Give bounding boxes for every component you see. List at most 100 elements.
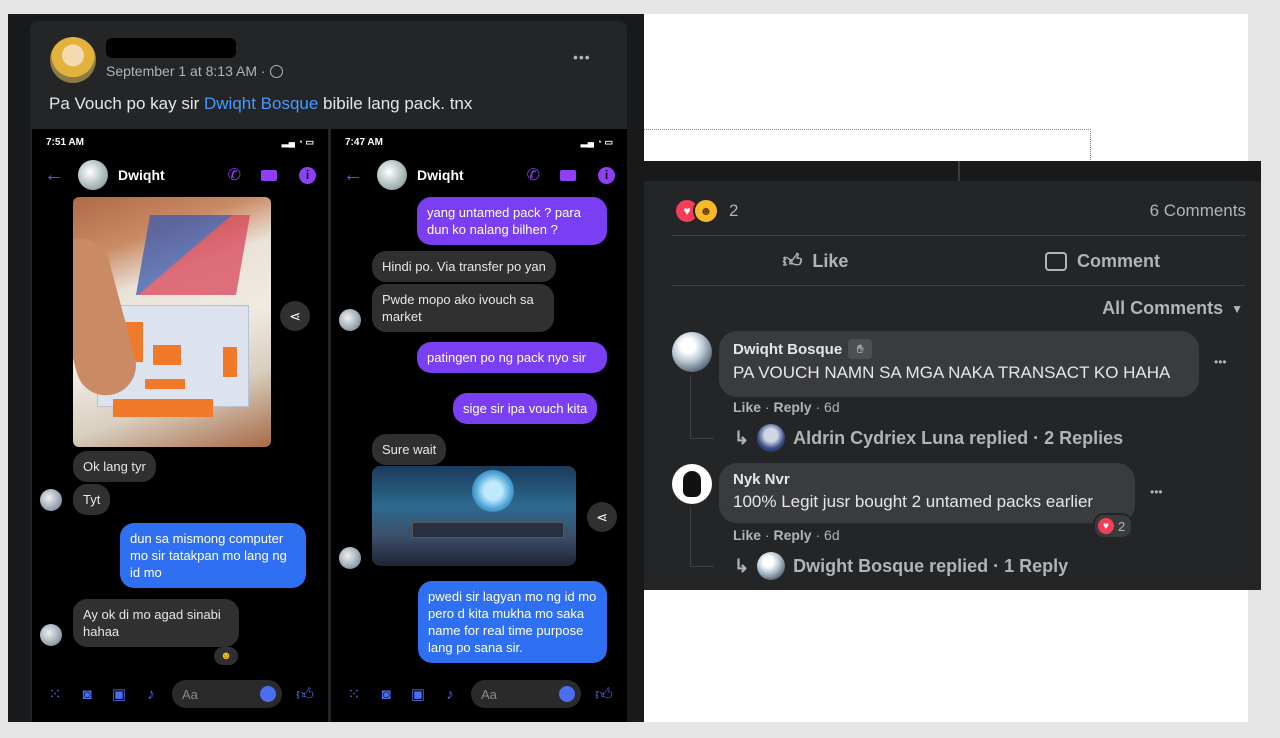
comment-reply-link[interactable]: Reply — [773, 527, 811, 543]
input-placeholder: Aa — [182, 686, 198, 702]
status-bar: 7:51 AM ▂▄ ◔ ▭ — [32, 129, 328, 155]
menu-dots-icon[interactable]: ⁙ — [345, 685, 363, 703]
contact-avatar[interactable] — [78, 160, 108, 190]
comment-age[interactable]: 6d — [824, 399, 840, 415]
message-input[interactable]: Aa — [471, 680, 581, 708]
status-icons: ▂▄ ◔ ▭ — [281, 136, 314, 147]
message-bubble[interactable]: patingen po ng pack nyo sir — [417, 342, 607, 373]
view-replies-link[interactable]: ↳ Aldrin Cydriex Luna replied · 2 Replie… — [734, 424, 1123, 452]
comment-reaction-count: 2 — [1118, 518, 1126, 534]
poster-avatar[interactable] — [50, 37, 96, 83]
phone-screenshot-2: 7:47 AM ▂▄ ◔ ▭ ← Dwiqht ✆ i yang untamed … — [331, 129, 627, 722]
share-icon[interactable]: ⋖ — [280, 301, 310, 331]
info-icon[interactable]: i — [299, 166, 316, 184]
all-comments-filter[interactable]: All Comments ▼ — [1102, 298, 1243, 319]
emoji-icon[interactable] — [260, 686, 276, 702]
thread-line — [690, 507, 691, 567]
redaction-box — [113, 399, 213, 417]
mic-icon[interactable]: ♪ — [142, 685, 160, 703]
redaction-box — [145, 379, 185, 389]
phone-icon[interactable]: ✆ — [527, 165, 540, 185]
replies-label: Dwight Bosque replied · 1 Reply — [793, 555, 1069, 576]
contact-avatar[interactable] — [377, 160, 407, 190]
like-button[interactable]: 👍︎ Like — [672, 241, 959, 281]
post-more-button[interactable]: ••• — [573, 49, 591, 65]
message-bubble[interactable]: Ay ok di mo agad sinabi hahaa — [73, 599, 239, 647]
comment-more-button[interactable]: ••• — [1150, 485, 1163, 499]
caption-text: Pa Vouch po kay sir — [49, 94, 204, 113]
comment-like-link[interactable]: Like — [733, 399, 761, 415]
comment-button[interactable]: Comment — [959, 241, 1246, 281]
view-replies-link[interactable]: ↳ Dwight Bosque replied · 1 Reply — [734, 552, 1068, 580]
message-bubble[interactable]: Hindi po. Via transfer po yan — [372, 251, 556, 282]
thumbs-up-icon[interactable]: 👍︎ — [595, 685, 613, 704]
divider — [958, 161, 960, 181]
camera-icon[interactable]: ◙ — [78, 685, 96, 703]
comment-icon — [1044, 251, 1067, 271]
commenter-avatar[interactable] — [672, 332, 712, 372]
comment-bubble: Nyk Nvr 100% Legit jusr bought 2 untamed… — [719, 463, 1135, 523]
replier-avatar — [757, 424, 786, 452]
post-timestamp[interactable]: September 1 at 8:13 AM · — [106, 63, 266, 79]
reactions-summary[interactable]: ♥ ☻ 2 — [674, 198, 738, 224]
like-label: Like — [812, 250, 849, 271]
replies-label: Aldrin Cydriex Luna replied · 2 Replies — [793, 427, 1124, 448]
chat-header: ← Dwiqht ✆ i — [32, 155, 328, 195]
back-arrow-icon[interactable]: ← — [44, 164, 64, 187]
emoji-icon[interactable] — [559, 686, 575, 702]
status-icons: ▂▄ ◔ ▭ — [580, 136, 613, 147]
comment-bubble: Dwiqht Bosque ✋︎ PA VOUCH NAMN SA MGA NA… — [719, 331, 1199, 397]
commenter-avatar[interactable] — [672, 464, 712, 504]
comment-like-link[interactable]: Like — [733, 527, 761, 543]
message-input-bar: ⁙ ◙ ▣ ♪ Aa 👍︎ — [331, 666, 627, 722]
wave-badge-icon: ✋︎ — [848, 339, 873, 359]
camera-icon[interactable]: ◙ — [377, 685, 395, 703]
phone-screenshot-1: 7:51 AM ▂▄ ◔ ▭ ← Dwiqht ✆ i ⋖ Ok lang tyr… — [32, 129, 328, 722]
heart-icon: ♥ — [1098, 518, 1114, 534]
contact-mini-avatar — [40, 489, 62, 511]
comment-reply-link[interactable]: Reply — [773, 399, 811, 415]
phone-icon[interactable]: ✆ — [228, 165, 241, 185]
bearded-man-icon — [683, 471, 701, 497]
video-icon[interactable] — [560, 169, 576, 181]
back-arrow-icon[interactable]: ← — [343, 164, 363, 187]
thumbs-up-icon[interactable]: 👍︎ — [296, 685, 314, 704]
message-input-bar: ⁙ ◙ ▣ ♪ Aa 👍︎ — [32, 666, 328, 722]
menu-dots-icon[interactable]: ⁙ — [46, 685, 64, 703]
haha-icon: ☻ — [693, 198, 719, 224]
message-bubble[interactable]: Pwde mopo ako ivouch sa market — [372, 284, 554, 332]
message-bubble[interactable]: pwedi sir lagyan mo ng id mo pero d kita… — [418, 581, 607, 663]
comment-meta: Like · Reply · 6d — [733, 527, 840, 543]
thumbs-up-icon: 👍︎ — [782, 250, 803, 272]
message-bubble[interactable]: Tyt — [73, 484, 111, 515]
gallery-icon[interactable]: ▣ — [110, 685, 128, 703]
message-bubble[interactable]: sige sir ipa vouch kita — [453, 393, 598, 424]
share-icon[interactable]: ⋖ — [587, 502, 617, 532]
dotted-selection-box — [644, 129, 1091, 162]
comment-text: PA VOUCH NAMN SA MGA NAKA TRANSACT KO HA… — [733, 363, 1171, 382]
message-bubble[interactable]: dun sa mismong computer mo sir tatakpan … — [120, 523, 306, 588]
comment-more-button[interactable]: ••• — [1214, 355, 1227, 369]
video-icon[interactable] — [261, 169, 277, 181]
comment-reaction-badge[interactable]: ♥ 2 — [1093, 513, 1134, 539]
comments-count-link[interactable]: 6 Comments — [1150, 201, 1246, 221]
gallery-icon[interactable]: ▣ — [409, 685, 427, 703]
passport-photo[interactable] — [73, 197, 271, 447]
message-input[interactable]: Aa — [172, 680, 282, 708]
commenter-name[interactable]: Dwiqht Bosque — [733, 341, 842, 358]
mic-icon[interactable]: ♪ — [441, 685, 459, 703]
commenter-name[interactable]: Nyk Nvr — [733, 471, 1121, 488]
contact-mini-avatar — [339, 547, 361, 569]
tagged-user-link[interactable]: Dwiqht Bosque — [204, 94, 318, 113]
game-orb — [472, 470, 514, 512]
contact-name[interactable]: Dwiqht — [118, 167, 165, 183]
message-bubble[interactable]: yang untamed pack ? para dun ko nalang b… — [417, 197, 607, 245]
message-bubble[interactable]: Sure wait — [372, 434, 447, 465]
message-bubble[interactable]: Ok lang tyr — [73, 451, 156, 482]
game-screenshot-image[interactable] — [372, 466, 576, 566]
reply-arrow-icon: ↳ — [734, 427, 750, 448]
comment-age[interactable]: 6d — [824, 527, 840, 543]
contact-name[interactable]: Dwiqht — [417, 167, 464, 183]
info-icon[interactable]: i — [598, 166, 615, 184]
chat-header: ← Dwiqht ✆ i — [331, 155, 627, 195]
